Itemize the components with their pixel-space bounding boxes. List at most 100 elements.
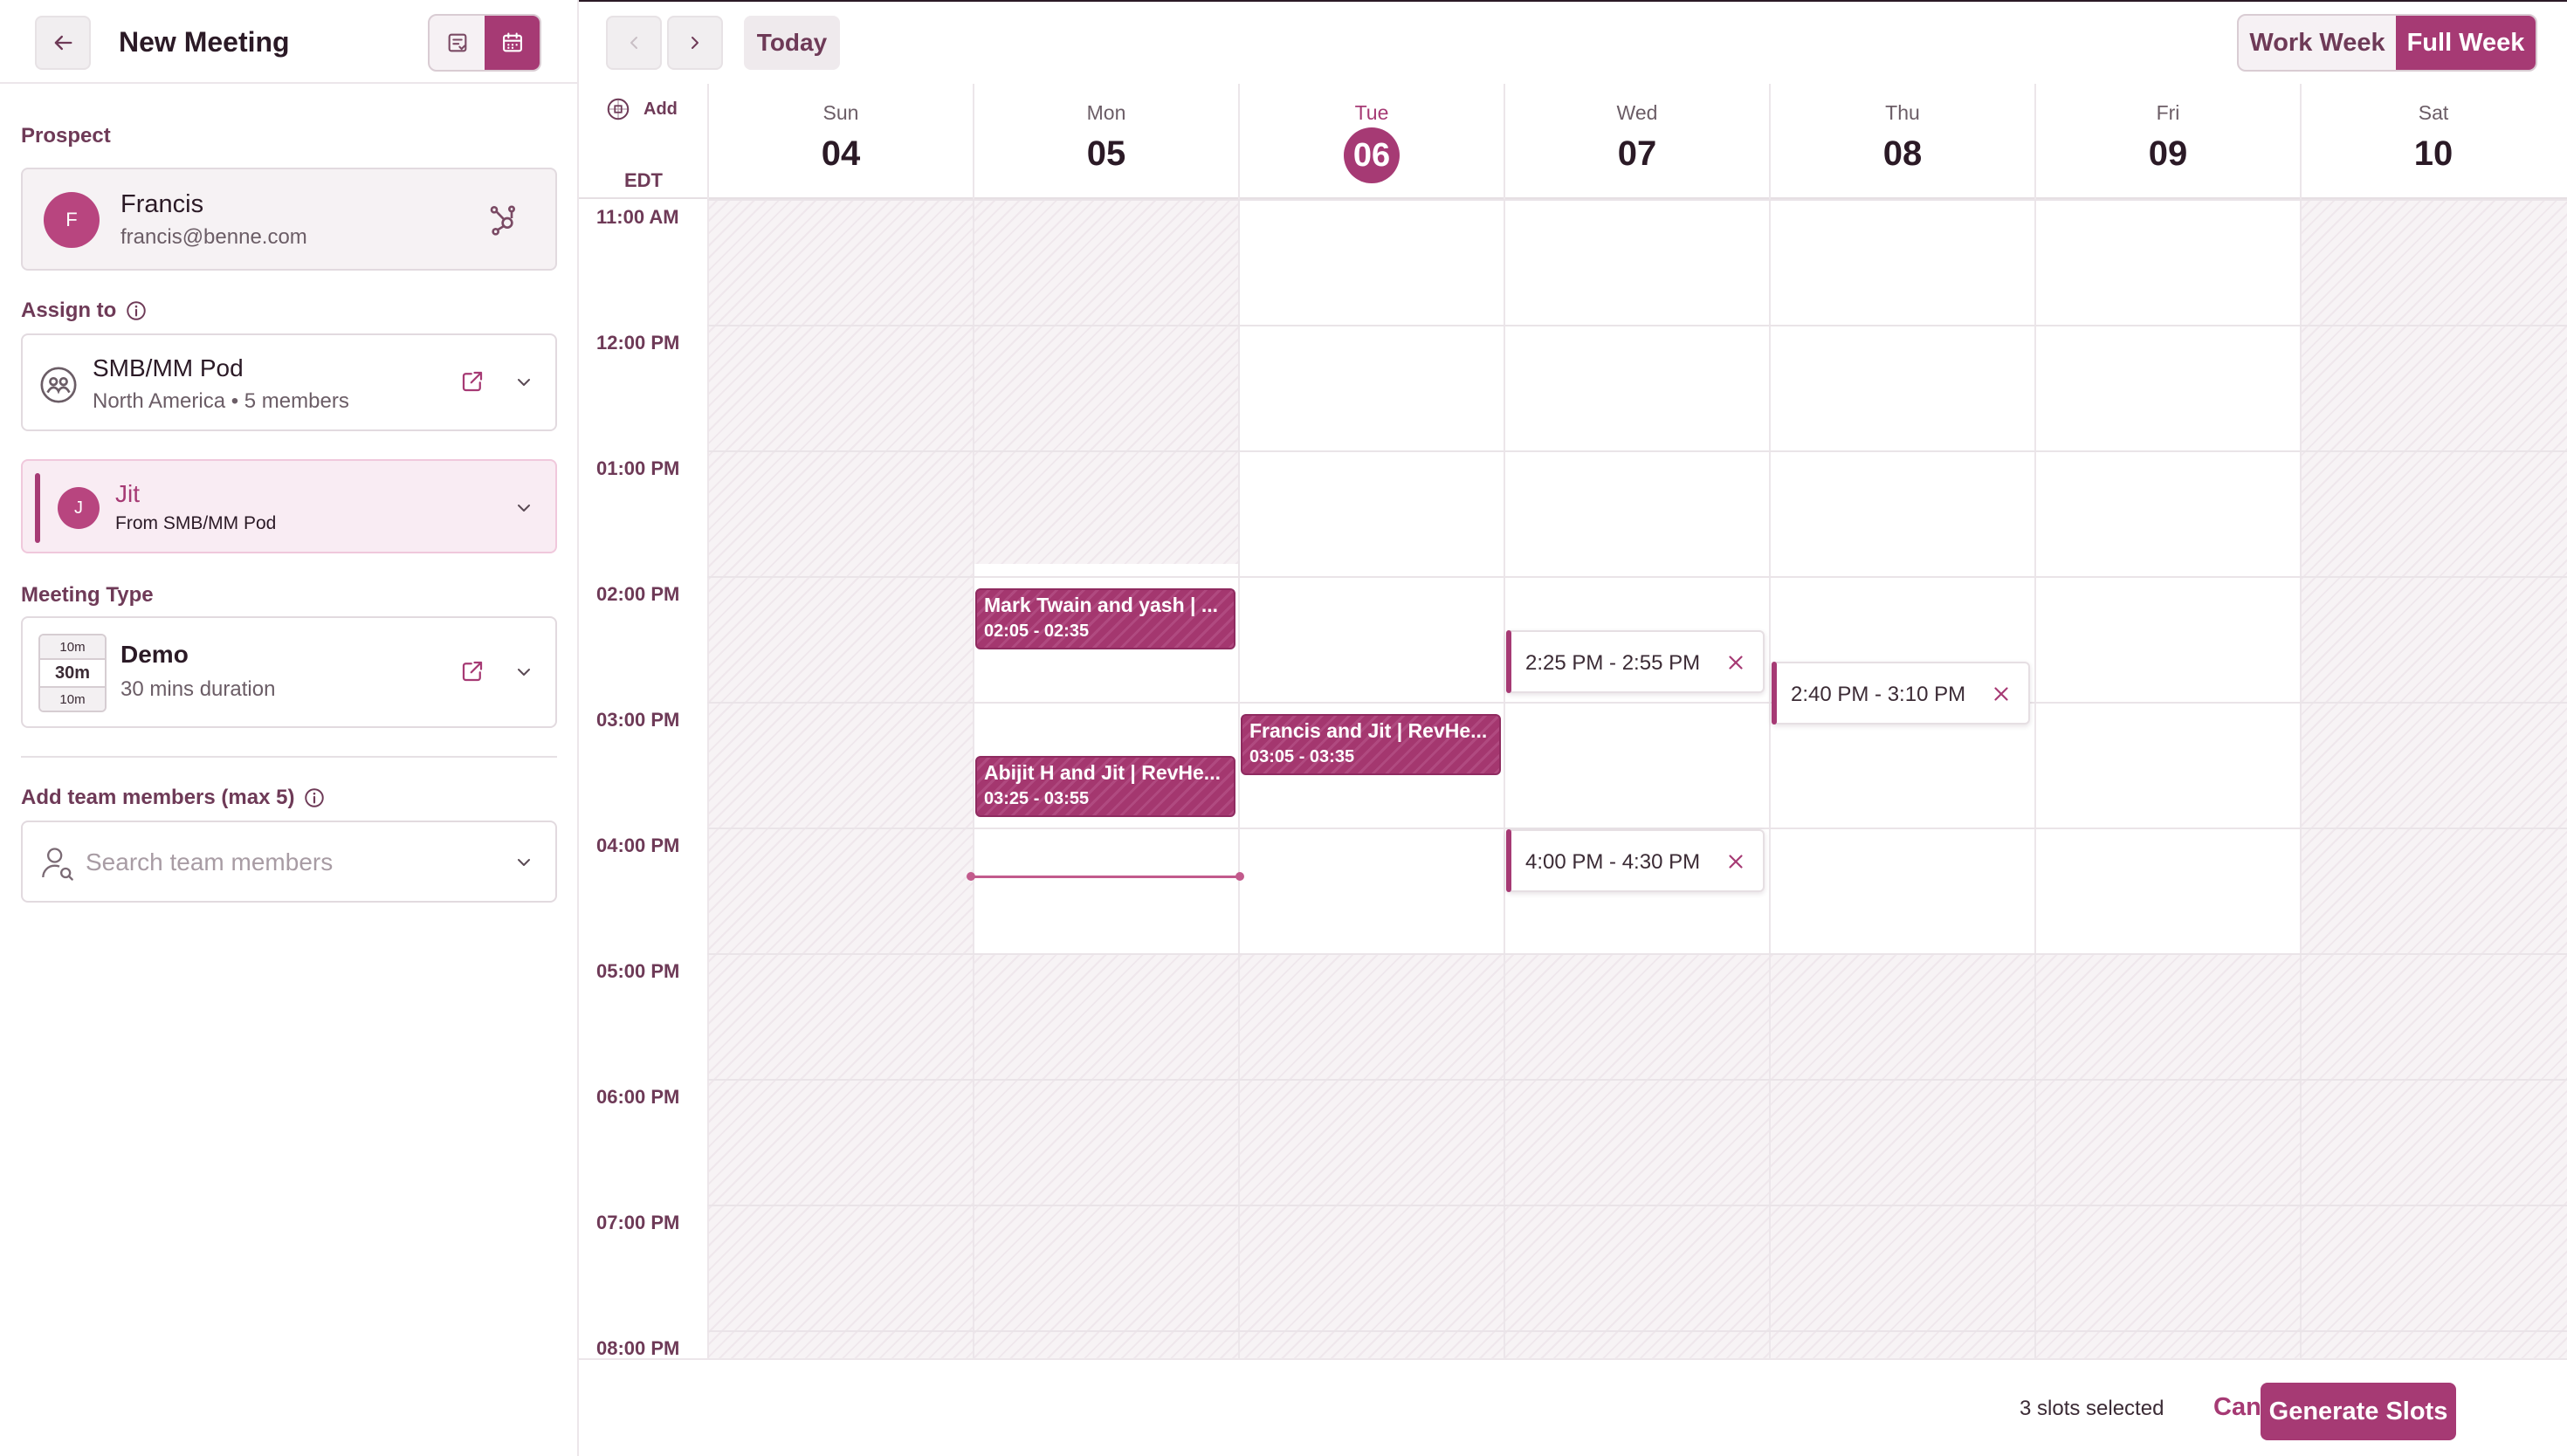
day-number: 09 bbox=[2148, 134, 2188, 173]
time-label: 12:00 PM bbox=[596, 332, 680, 354]
calendar-event[interactable]: Mark Twain and yash | ... 02:05 - 02:35 bbox=[975, 588, 1235, 649]
today-button[interactable]: Today bbox=[744, 16, 840, 70]
day-column-tue[interactable] bbox=[1238, 199, 1504, 1358]
slots-selected-count: 3 slots selected bbox=[2020, 1397, 2164, 1420]
close-icon[interactable] bbox=[1990, 683, 2013, 705]
event-title: Abijit H and Jit | RevHe... bbox=[984, 761, 1221, 784]
close-icon[interactable] bbox=[1724, 651, 1747, 674]
selected-slot[interactable]: 2:40 PM - 3:10 PM bbox=[1772, 662, 2030, 725]
pod-select[interactable]: SMB/MM Pod North America • 5 members bbox=[21, 333, 557, 431]
day-column-thu[interactable] bbox=[1769, 199, 2034, 1358]
calendar-event[interactable]: Abijit H and Jit | RevHe... 03:25 - 03:5… bbox=[975, 756, 1235, 817]
hour-line bbox=[707, 953, 2567, 955]
day-header-mon[interactable]: Mon 05 bbox=[973, 84, 1238, 199]
calendar-icon bbox=[502, 32, 522, 52]
day-column-fri[interactable] bbox=[2034, 199, 2300, 1358]
globe-add-icon bbox=[607, 98, 630, 120]
hour-line bbox=[707, 576, 2567, 578]
day-header-sun[interactable]: Sun 04 bbox=[707, 84, 973, 199]
day-header-thu[interactable]: Thu 08 bbox=[1769, 84, 2034, 199]
form-view-button[interactable] bbox=[430, 16, 485, 70]
meeting-type-label: Meeting Type bbox=[21, 583, 154, 607]
day-column-sat[interactable] bbox=[2300, 199, 2565, 1358]
hubspot-icon[interactable] bbox=[485, 203, 520, 237]
buffer-before: 10m bbox=[40, 635, 105, 658]
event-title: Francis and Jit | RevHe... bbox=[1249, 719, 1488, 742]
day-name: Thu bbox=[1885, 101, 1920, 124]
assign-to-row: Assign to bbox=[21, 299, 148, 323]
duration-badge: 10m 30m 10m bbox=[38, 634, 107, 712]
today-badge: 06 bbox=[1344, 127, 1400, 183]
chevron-down-icon[interactable] bbox=[513, 498, 534, 519]
arrow-left-icon bbox=[54, 35, 72, 51]
hour-line bbox=[707, 702, 2567, 704]
time-label: 03:00 PM bbox=[596, 709, 680, 731]
selected-slot[interactable]: 2:25 PM - 2:55 PM bbox=[1506, 630, 1765, 693]
close-icon[interactable] bbox=[1724, 850, 1747, 873]
work-week-button[interactable]: Work Week bbox=[2239, 16, 2396, 70]
current-time-dot bbox=[1235, 872, 1244, 881]
info-icon[interactable] bbox=[303, 786, 326, 809]
external-link-icon[interactable] bbox=[459, 368, 485, 395]
assign-to-label: Assign to bbox=[21, 299, 117, 322]
day-name: Sat bbox=[2418, 101, 2449, 124]
day-number: 04 bbox=[821, 134, 861, 173]
prospect-card[interactable]: F Francis francis@benne.com bbox=[21, 168, 557, 271]
day-number: 08 bbox=[1882, 134, 1923, 173]
slot-accent-bar bbox=[1506, 630, 1511, 693]
external-link-icon[interactable] bbox=[459, 658, 485, 684]
full-week-button[interactable]: Full Week bbox=[2396, 16, 2536, 70]
event-time: 02:05 - 02:35 bbox=[984, 622, 1090, 641]
hour-line bbox=[707, 325, 2567, 326]
calendar-view-button[interactable] bbox=[485, 16, 540, 70]
day-header-fri[interactable]: Fri 09 bbox=[2034, 84, 2300, 199]
next-week-button[interactable] bbox=[667, 16, 723, 70]
day-name: Sun bbox=[822, 101, 859, 124]
time-label: 01:00 PM bbox=[596, 457, 680, 479]
calendar-event[interactable]: Francis and Jit | RevHe... 03:05 - 03:35 bbox=[1241, 714, 1501, 775]
meeting-type-select[interactable]: 10m 30m 10m Demo 30 mins duration bbox=[21, 616, 557, 728]
prev-week-button[interactable] bbox=[606, 16, 662, 70]
prospect-name: Francis bbox=[120, 190, 204, 218]
view-toggle bbox=[428, 14, 541, 72]
assignee-avatar: J bbox=[58, 487, 100, 529]
day-number: 07 bbox=[1617, 134, 1657, 173]
current-time-line bbox=[973, 876, 1240, 878]
add-timezone-button[interactable]: Add bbox=[605, 96, 678, 122]
chevron-down-icon[interactable] bbox=[513, 662, 534, 683]
assignee-accent-bar bbox=[35, 473, 40, 543]
day-name: Wed bbox=[1616, 101, 1658, 124]
day-number: 10 bbox=[2413, 134, 2453, 173]
team-search-input[interactable] bbox=[86, 843, 487, 882]
team-members-row: Add team members (max 5) bbox=[21, 786, 326, 810]
week-calendar: Add EDT Sun 04 Mon 05 Tue 06 Wed 07 Thu … bbox=[579, 84, 2567, 1358]
back-button[interactable] bbox=[35, 16, 91, 70]
day-header-tue[interactable]: Tue 06 bbox=[1238, 84, 1504, 199]
chevron-down-icon[interactable] bbox=[513, 372, 534, 393]
day-column-wed[interactable] bbox=[1504, 199, 1769, 1358]
add-timezone-label: Add bbox=[643, 99, 678, 119]
generate-slots-button[interactable]: Generate Slots bbox=[2261, 1383, 2456, 1440]
chevron-down-icon[interactable] bbox=[513, 852, 534, 873]
selected-slot[interactable]: 4:00 PM - 4:30 PM bbox=[1506, 829, 1765, 892]
hour-line bbox=[707, 1205, 2567, 1206]
team-members-search[interactable] bbox=[21, 821, 557, 903]
day-header-sat[interactable]: Sat 10 bbox=[2300, 84, 2565, 199]
form-icon bbox=[448, 33, 466, 52]
info-icon[interactable] bbox=[125, 299, 148, 322]
slot-time: 4:00 PM - 4:30 PM bbox=[1525, 850, 1701, 874]
calendar-header: Add EDT Sun 04 Mon 05 Tue 06 Wed 07 Thu … bbox=[579, 84, 2567, 199]
day-name: Fri bbox=[2156, 101, 2180, 124]
section-divider bbox=[21, 756, 557, 758]
day-number: 05 bbox=[1086, 134, 1126, 173]
duration-value: 30m bbox=[40, 658, 105, 688]
time-label: 06:00 PM bbox=[596, 1086, 680, 1108]
assignee-select[interactable]: J Jit From SMB/MM Pod bbox=[21, 459, 557, 553]
time-label: 05:00 PM bbox=[596, 960, 680, 982]
event-title: Mark Twain and yash | ... bbox=[984, 594, 1219, 616]
time-grid[interactable]: 11:00 AM 12:00 PM 01:00 PM 02:00 PM 03:0… bbox=[579, 199, 2567, 1358]
day-column-sun[interactable] bbox=[707, 199, 973, 1358]
hour-line bbox=[707, 1079, 2567, 1081]
day-header-wed[interactable]: Wed 07 bbox=[1504, 84, 1769, 199]
prospect-label: Prospect bbox=[21, 124, 111, 148]
